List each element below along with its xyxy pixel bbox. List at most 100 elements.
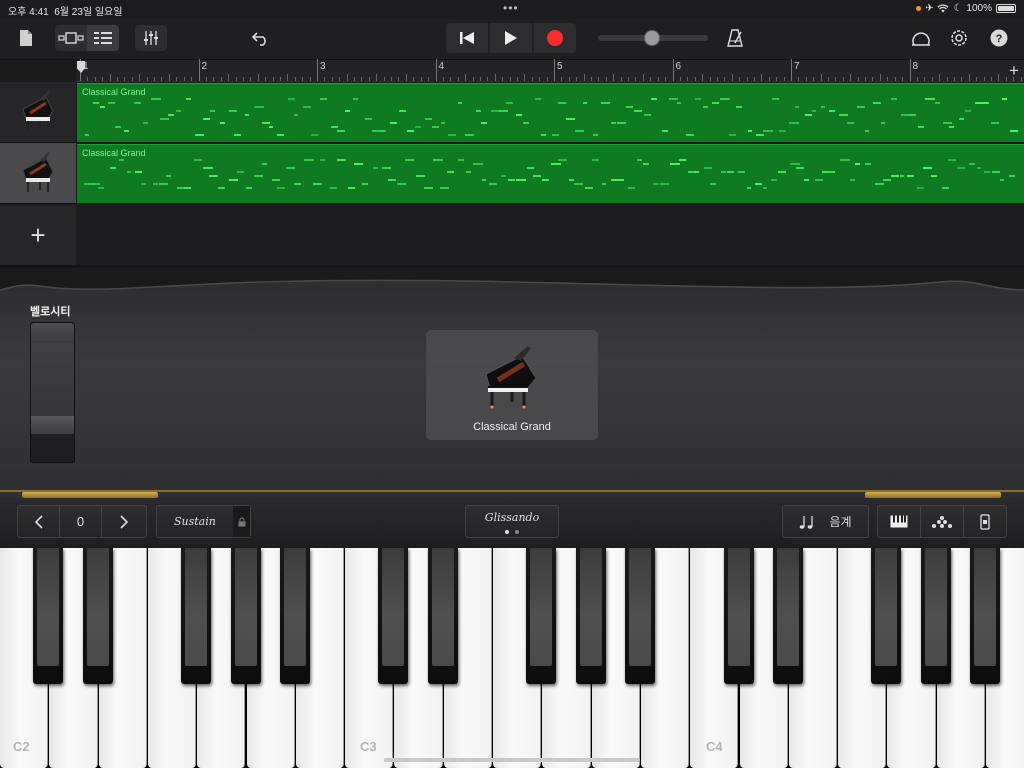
- midi-note: [458, 159, 465, 161]
- black-key[interactable]: [279, 548, 310, 684]
- midi-note: [669, 98, 679, 100]
- midi-note: [441, 122, 446, 124]
- multitasking-dots[interactable]: •••: [503, 1, 519, 15]
- ruler-beat-tick: [998, 74, 1000, 81]
- toolbar: ?: [0, 18, 1024, 60]
- midi-note: [135, 171, 142, 173]
- black-key[interactable]: [526, 548, 557, 684]
- midi-note: [864, 130, 869, 132]
- help-button[interactable]: ?: [987, 26, 1011, 50]
- midi-note: [167, 114, 174, 116]
- black-key[interactable]: [82, 548, 113, 684]
- midi-note: [633, 110, 643, 112]
- black-key[interactable]: [970, 548, 1000, 684]
- black-key[interactable]: [33, 548, 64, 684]
- midi-note: [310, 134, 319, 136]
- ruler-beat-tick: [450, 77, 452, 81]
- midi-note: [304, 159, 315, 161]
- black-key[interactable]: [575, 548, 606, 684]
- instrument-selector[interactable]: Classical Grand: [426, 330, 598, 440]
- ruler-beat-tick: [902, 77, 904, 81]
- record-button[interactable]: [534, 23, 576, 53]
- settings-button[interactable]: [947, 26, 971, 50]
- midi-note: [133, 102, 141, 104]
- midi-note: [448, 134, 456, 136]
- undo-button[interactable]: [250, 26, 272, 50]
- midi-note: [778, 130, 787, 132]
- midi-note: [574, 183, 584, 185]
- loop-browser-button[interactable]: [909, 26, 933, 50]
- region-label: Classical Grand: [82, 87, 146, 97]
- ruler-beat-tick: [124, 77, 126, 81]
- tracks-view-icon: [94, 32, 112, 44]
- piano-keyboard[interactable]: C2 C3 C4: [0, 548, 1024, 768]
- midi-note: [1002, 98, 1007, 100]
- add-section-button[interactable]: +: [1006, 61, 1022, 81]
- midi-note: [712, 102, 720, 104]
- black-key[interactable]: [378, 548, 409, 684]
- ruler-bar-number: 6: [675, 61, 682, 72]
- sustain-button[interactable]: Sustain: [156, 505, 251, 538]
- midi-note: [388, 179, 397, 181]
- home-indicator[interactable]: [384, 758, 640, 762]
- black-key[interactable]: [920, 548, 951, 684]
- midi-note: [159, 183, 169, 185]
- midi-note: [100, 106, 106, 108]
- keyboard-settings-button[interactable]: [964, 506, 1006, 537]
- glissando-button[interactable]: Glissando: [465, 505, 559, 538]
- timeline-ruler[interactable]: 12345678: [76, 59, 1024, 82]
- sustain-lock-button[interactable]: [233, 506, 250, 537]
- ruler-bar-number: 7: [794, 61, 800, 72]
- black-key[interactable]: [230, 548, 261, 684]
- volume-knob[interactable]: [644, 30, 660, 46]
- midi-note: [286, 167, 295, 169]
- keyboard-controls: 0 Sustain Glissando 음계: [0, 498, 1024, 548]
- arpeggiator-button[interactable]: [921, 506, 964, 537]
- black-key[interactable]: [772, 548, 803, 684]
- mixer-button[interactable]: [135, 25, 167, 51]
- black-key[interactable]: [871, 548, 902, 684]
- svg-text:?: ?: [996, 33, 1003, 45]
- track-header-2[interactable]: [0, 143, 76, 204]
- ruler-beat-tick: [642, 74, 644, 81]
- ruler-beat-tick: [479, 77, 481, 81]
- octave-label-c3: C3: [360, 739, 377, 754]
- keyboard-mode-button[interactable]: [878, 506, 921, 537]
- octave-down-button[interactable]: [18, 506, 60, 537]
- velocity-slider[interactable]: [30, 322, 75, 463]
- black-key-face: [431, 548, 454, 666]
- octave-up-button[interactable]: [102, 506, 146, 537]
- midi-note: [909, 114, 916, 116]
- scale-button[interactable]: 음계: [782, 505, 869, 538]
- black-key[interactable]: [427, 548, 458, 684]
- ruler-beat-tick: [117, 77, 119, 81]
- midi-note: [728, 134, 737, 136]
- region-label: Classical Grand: [82, 148, 146, 158]
- ruler-beat-tick: [302, 77, 304, 81]
- midi-note: [202, 167, 213, 169]
- ruler-bar-number: 2: [201, 61, 208, 72]
- play-button[interactable]: [490, 23, 532, 53]
- midi-note: [446, 171, 454, 173]
- add-track-button[interactable]: +: [0, 205, 76, 265]
- tracks-view-button[interactable]: [87, 25, 119, 51]
- track-header-1[interactable]: [0, 82, 76, 143]
- midi-region-2[interactable]: Classical Grand: [77, 144, 1024, 203]
- browser-view-button[interactable]: [55, 25, 87, 51]
- midi-note: [829, 110, 835, 112]
- midi-region-1[interactable]: Classical Grand: [77, 83, 1024, 142]
- my-songs-button[interactable]: [16, 26, 36, 50]
- midi-note: [526, 167, 534, 169]
- black-key[interactable]: [181, 548, 212, 684]
- black-key[interactable]: [624, 548, 655, 684]
- black-key[interactable]: [723, 548, 754, 684]
- metronome-button[interactable]: [723, 26, 747, 50]
- ruler-bar-line: [435, 59, 437, 81]
- ruler-beat-tick: [665, 77, 667, 81]
- midi-note: [261, 163, 268, 165]
- black-key-face: [776, 548, 799, 666]
- velocity-slider-thumb[interactable]: [31, 416, 74, 434]
- midi-note: [795, 106, 800, 108]
- rewind-button[interactable]: [446, 23, 488, 53]
- master-volume-slider[interactable]: [598, 30, 708, 46]
